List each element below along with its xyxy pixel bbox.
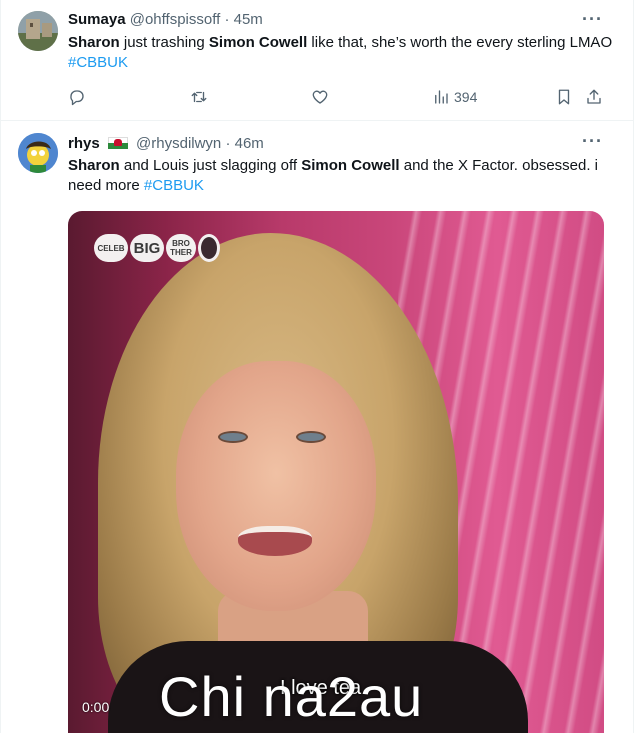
hashtag-link[interactable]: #CBBUK	[68, 54, 128, 71]
video-timecode: 0:00	[82, 699, 110, 715]
tweet[interactable]: Sumaya @ohffspissoff · 45m ··· Sharon ju…	[1, 0, 633, 121]
text-segment: and Louis just slagging off	[119, 157, 302, 174]
tweet-text: Sharon and Louis just slagging off Simon…	[68, 156, 613, 196]
timestamp[interactable]: 46m	[235, 135, 264, 152]
views-icon	[435, 90, 448, 104]
mention-text: Simon Cowell	[208, 34, 308, 51]
eye-logo-icon	[198, 234, 220, 262]
text-segment: like that, she’s worth the every sterlin…	[307, 34, 613, 51]
tweet-header: Sumaya @ohffspissoff · 45m	[68, 10, 263, 30]
bookmark-icon	[558, 89, 570, 105]
retweet-button[interactable]	[190, 86, 208, 108]
wales-flag-icon	[107, 137, 128, 149]
watermark: Chi na2au	[159, 665, 424, 728]
celebrity-big-brother-logo: CELEB BIG BRO THER	[94, 233, 222, 263]
hashtag-link[interactable]: #CBBUK	[144, 177, 204, 194]
views-button[interactable]: 394	[432, 86, 477, 108]
tweet[interactable]: rhys @rhysdilwyn · 46m ··· Sharon and Lo…	[1, 122, 633, 733]
text-segment: just trashing	[119, 34, 209, 51]
reply-button[interactable]	[68, 86, 86, 108]
share-button[interactable]	[585, 86, 603, 108]
user-handle[interactable]: @ohffspissoff	[130, 11, 221, 28]
tweet-text: Sharon just trashing Simon Cowell like t…	[68, 33, 613, 73]
views-count: 394	[454, 89, 478, 105]
mention-text: Sharon	[68, 157, 120, 174]
logo-big: BIG	[130, 234, 164, 262]
avatar[interactable]	[18, 11, 58, 51]
retweet-icon	[191, 91, 207, 103]
eye	[296, 431, 326, 443]
timeline-feed: Sumaya @ohffspissoff · 45m ··· Sharon ju…	[0, 0, 634, 733]
user-handle[interactable]: @rhysdilwyn	[136, 135, 221, 152]
display-name[interactable]: Sumaya	[68, 11, 126, 28]
separator-dot: ·	[224, 11, 230, 28]
like-icon	[312, 90, 328, 104]
logo-celeb: CELEB	[94, 234, 128, 262]
mouth	[238, 526, 312, 556]
more-options-icon[interactable]: ···	[582, 9, 603, 30]
bookmark-button[interactable]	[555, 86, 573, 108]
tweet-actions: 394	[68, 86, 608, 108]
timestamp[interactable]: 45m	[234, 11, 263, 28]
avatar[interactable]	[18, 133, 58, 173]
video-player[interactable]: CELEB BIG BRO THER I love tea 0:00	[68, 211, 604, 733]
separator-dot: ·	[225, 135, 231, 152]
tweet-header: rhys @rhysdilwyn · 46m	[68, 134, 264, 154]
video-subject-face	[176, 361, 376, 611]
display-name[interactable]: rhys	[68, 135, 100, 152]
mention-text: Sharon	[68, 34, 120, 51]
logo-brother: BRO THER	[166, 234, 196, 262]
eye	[218, 431, 248, 443]
mention-text: Simon Cowell	[301, 157, 400, 174]
like-button[interactable]	[311, 86, 329, 108]
more-options-icon[interactable]: ···	[582, 131, 603, 152]
share-icon	[587, 89, 601, 104]
reply-icon	[70, 90, 84, 106]
